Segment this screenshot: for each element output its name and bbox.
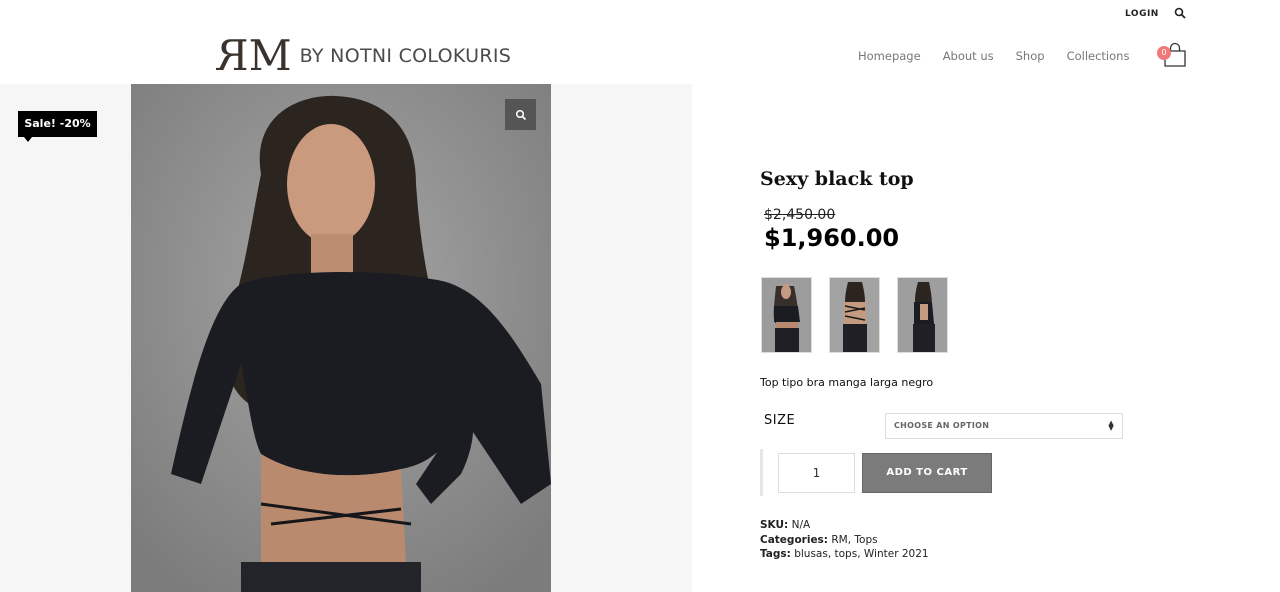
sale-badge: Sale! -20% bbox=[18, 111, 97, 142]
thumbnail-2[interactable] bbox=[829, 277, 880, 353]
size-select[interactable]: CHOOSE AN OPTION ▲ ▼ bbox=[885, 413, 1123, 439]
logo-text: BY NOTNI COLOKURIS bbox=[299, 45, 512, 67]
category-link[interactable]: RM bbox=[831, 534, 847, 546]
tag-link[interactable]: blusas bbox=[794, 548, 828, 560]
original-price: $2,450.00 bbox=[764, 207, 836, 223]
tags-row: Tags: blusas, tops, Winter 2021 bbox=[760, 548, 929, 560]
sku-label: SKU: bbox=[760, 519, 789, 531]
nav-shop[interactable]: Shop bbox=[1016, 49, 1045, 63]
quantity-divider bbox=[760, 449, 763, 496]
product-meta: SKU: N/A Categories: RM, Tops Tags: blus… bbox=[760, 518, 929, 562]
thumbnail-1[interactable] bbox=[761, 277, 812, 353]
product-gallery bbox=[0, 84, 692, 592]
tag-link[interactable]: Winter 2021 bbox=[864, 548, 929, 560]
search-icon[interactable] bbox=[1174, 7, 1186, 19]
nav-homepage[interactable]: Homepage bbox=[858, 49, 921, 63]
categories-label: Categories: bbox=[760, 533, 829, 546]
cart-count-badge: 0 bbox=[1157, 46, 1171, 60]
category-link[interactable]: Tops bbox=[854, 534, 877, 546]
product-main-image[interactable] bbox=[131, 84, 551, 592]
zoom-button[interactable] bbox=[505, 99, 536, 130]
categories-row: Categories: RM, Tops bbox=[760, 533, 878, 546]
thumbnail-3[interactable] bbox=[897, 277, 948, 353]
main-nav: Homepage About us Shop Collections bbox=[858, 49, 1151, 63]
product-title: Sexy black top bbox=[760, 168, 914, 190]
sku-row: SKU: N/A bbox=[760, 518, 929, 533]
size-select-value: CHOOSE AN OPTION bbox=[894, 421, 990, 430]
product-short-description: Top tipo bra manga larga negro bbox=[760, 376, 934, 389]
sku-value: N/A bbox=[791, 519, 811, 531]
magnifier-icon bbox=[515, 109, 526, 120]
size-label: SIZE bbox=[764, 413, 796, 428]
add-to-cart-button[interactable]: ADD TO CART bbox=[862, 453, 992, 493]
select-arrows-icon: ▲ ▼ bbox=[1108, 419, 1114, 432]
sale-price: $1,960.00 bbox=[764, 224, 900, 252]
nav-about-us[interactable]: About us bbox=[943, 49, 994, 63]
quantity-input[interactable]: 1 bbox=[778, 453, 855, 493]
tag-link[interactable]: tops bbox=[835, 548, 858, 560]
tags-label: Tags: bbox=[760, 548, 791, 560]
nav-collections[interactable]: Collections bbox=[1067, 49, 1130, 63]
logo-monogram: RM bbox=[221, 31, 292, 80]
thumbnail-strip bbox=[761, 277, 948, 353]
brand-logo[interactable]: RM BY NOTNI COLOKURIS bbox=[221, 31, 512, 80]
login-link[interactable]: LOGIN bbox=[1125, 9, 1159, 19]
